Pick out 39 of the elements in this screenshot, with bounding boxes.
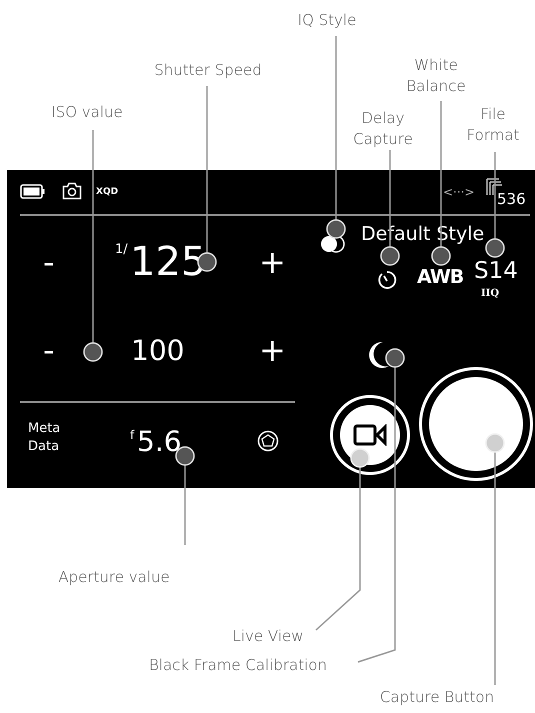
- connection-indicator: <···>: [443, 185, 475, 199]
- callout-dot: [385, 348, 405, 368]
- decrease-button[interactable]: -: [37, 242, 61, 282]
- file-format-value[interactable]: S14: [474, 258, 518, 284]
- decrease-button[interactable]: -: [37, 330, 61, 370]
- callout-label: ISO value: [50, 102, 124, 123]
- increase-button[interactable]: +: [253, 242, 292, 282]
- callout-dot: [485, 433, 505, 453]
- callout-label: Black Frame Calibration: [148, 655, 328, 676]
- shutter-prefix: 1/: [115, 242, 128, 257]
- callout-dot: [431, 246, 451, 266]
- file-type-label: IIQ: [481, 288, 500, 299]
- callout-dot: [350, 448, 370, 468]
- aperture-icon[interactable]: [257, 430, 279, 452]
- moon-icon[interactable]: [369, 341, 391, 369]
- callout-label: Capture Button: [378, 687, 496, 708]
- storage-label: XQD: [96, 187, 118, 197]
- aperture-value[interactable]: 5.6: [137, 424, 182, 460]
- callout-dot: [380, 246, 400, 266]
- callout-label: Live View: [232, 626, 304, 647]
- iso-value[interactable]: 100: [131, 333, 184, 369]
- balance-mode-value[interactable]: AWB: [417, 266, 464, 288]
- shots-remaining: 536: [497, 190, 526, 208]
- callout-label: IQ Style: [296, 10, 358, 31]
- callout-label: Shutter Speed: [153, 60, 263, 81]
- callout-dot: [83, 342, 103, 362]
- callout-dot: [485, 238, 505, 258]
- camera-icon: [62, 182, 82, 200]
- meta-data-button[interactable]: Meta Data: [28, 420, 72, 456]
- battery-icon: [20, 184, 45, 199]
- timer-icon[interactable]: [377, 269, 397, 291]
- callout-label: Aperture value: [57, 567, 171, 588]
- video-camera-icon: [353, 424, 387, 446]
- callout-label: Delay Capture: [352, 108, 414, 150]
- callout-label: White Balance: [405, 55, 467, 97]
- callout-dot: [326, 219, 346, 239]
- callout-label: File Format: [466, 104, 520, 146]
- aperture-prefix: f: [130, 428, 134, 442]
- increase-button[interactable]: +: [253, 330, 292, 370]
